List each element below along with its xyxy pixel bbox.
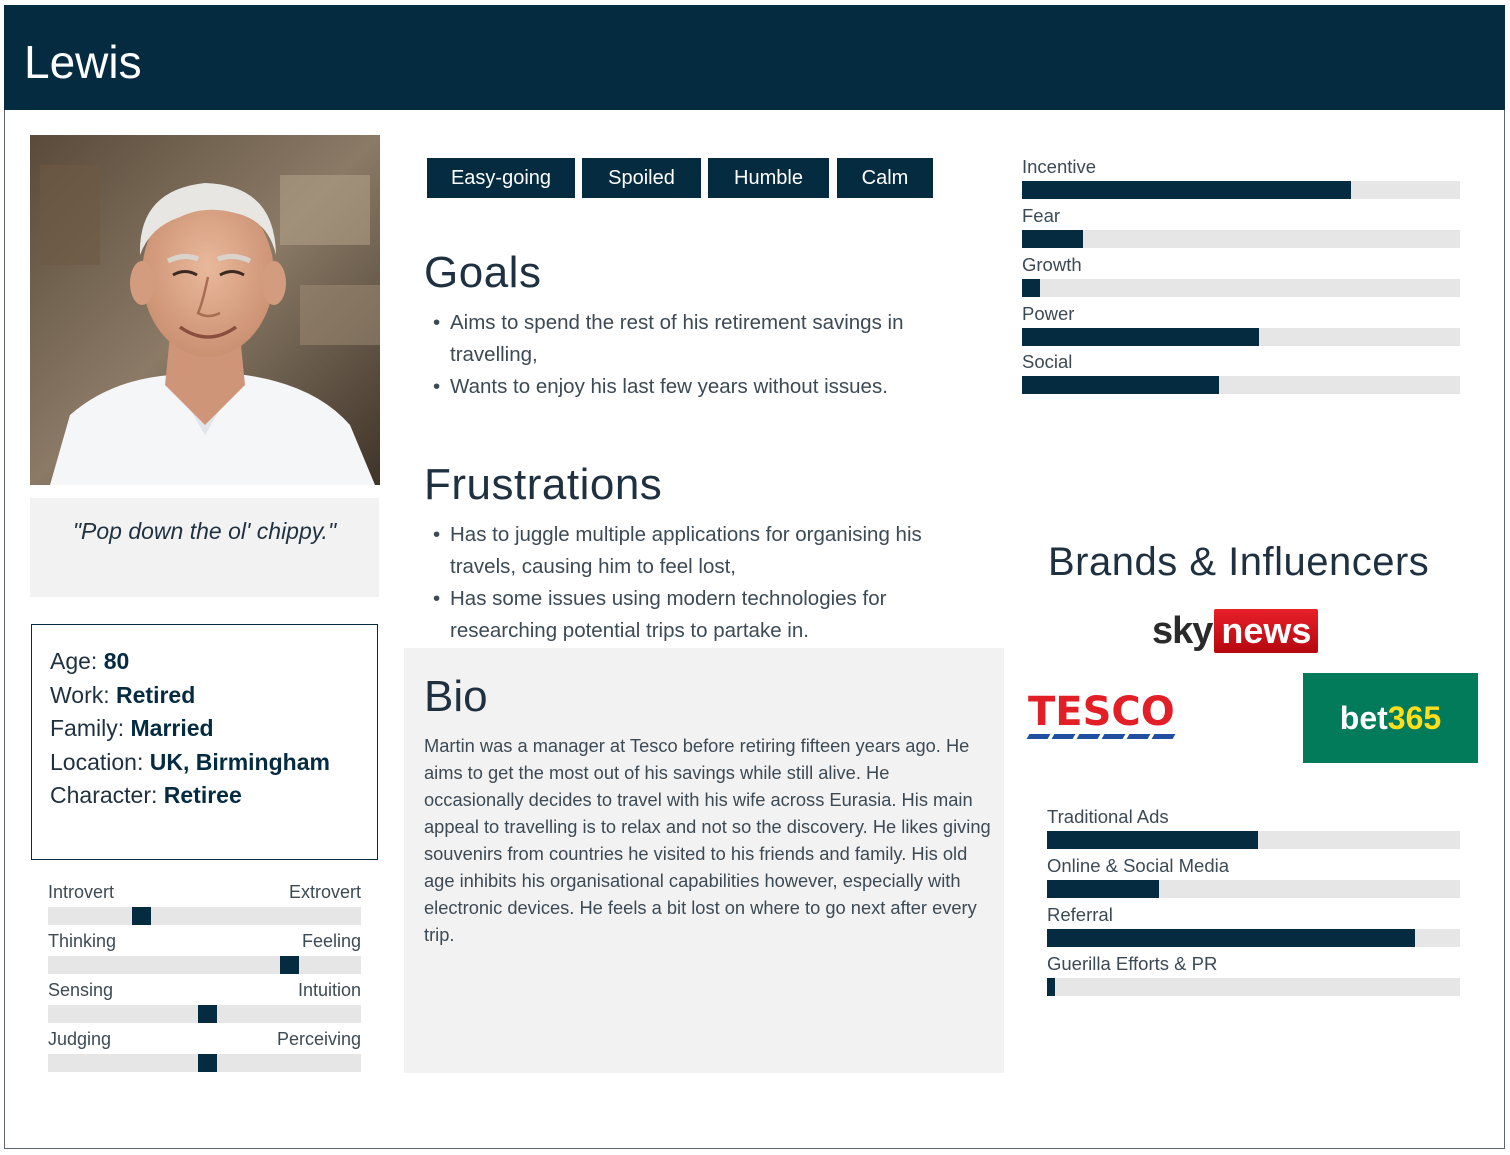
- meter-label: Referral: [1047, 904, 1113, 925]
- meter-track: [1022, 279, 1460, 297]
- motivation-growth: Growth: [1022, 254, 1460, 303]
- persona-photo: [30, 135, 380, 485]
- trait-tag: Humble: [708, 158, 829, 198]
- meter-fill: [1022, 230, 1084, 248]
- personality-right-label: Extrovert: [288, 882, 361, 902]
- info-work: Work: Retired: [50, 681, 196, 708]
- personality-left-label: Sensing: [48, 980, 114, 1000]
- meter-label: Incentive: [1022, 156, 1097, 177]
- personality-marker: [132, 907, 151, 925]
- meter-label: Fear: [1022, 205, 1061, 226]
- motivation-social: Social: [1022, 351, 1460, 400]
- trait-tag: Spoiled: [582, 158, 701, 198]
- header-bar: Lewis: [4, 5, 1505, 110]
- meter-fill: [1022, 181, 1351, 199]
- meter-label: Growth: [1022, 254, 1082, 275]
- persona-name: Lewis: [24, 36, 142, 88]
- meter-track: [1022, 376, 1460, 394]
- meter-fill: [1022, 328, 1259, 346]
- goals-title: Goals: [424, 248, 542, 297]
- meter-fill: [1022, 279, 1040, 297]
- personality-track: [48, 956, 361, 974]
- goals-list: Aims to spend the rest of his retirement…: [424, 307, 964, 403]
- meter-track: [1022, 328, 1460, 346]
- info-box: Age: 80 Work: Retired Family: Married Lo…: [31, 624, 378, 860]
- meter-label: Guerilla Efforts & PR: [1047, 953, 1218, 974]
- meter-label: Traditional Ads: [1047, 806, 1169, 827]
- meter-fill: [1047, 929, 1415, 947]
- personality-introvert-extrovert: Introvert Extrovert: [48, 882, 361, 931]
- meter-track: [1022, 181, 1460, 199]
- bet365-logo: bet 365: [1303, 673, 1478, 763]
- meter-track: [1047, 880, 1460, 898]
- personality-right-label: Feeling: [301, 931, 361, 951]
- list-item: Has some issues using modern technologie…: [424, 583, 984, 647]
- personality-thinking-feeling: Thinking Feeling: [48, 931, 361, 980]
- meter-track: [1022, 230, 1460, 248]
- personality-left-label: Introvert: [48, 882, 115, 902]
- personality-track: [48, 907, 361, 925]
- personality-right-label: Intuition: [297, 980, 361, 1000]
- sky-news-logo: sky news: [1152, 608, 1319, 654]
- personality-left-label: Thinking: [48, 931, 117, 951]
- quote-box: "Pop down the ol' chippy.": [30, 498, 379, 597]
- meter-label: Power: [1022, 303, 1075, 324]
- tesco-logo-text: TESCO: [1028, 689, 1175, 735]
- motivation-power: Power: [1022, 303, 1460, 352]
- meter-track: [1047, 978, 1460, 996]
- bio-text: Martin was a manager at Tesco before ret…: [424, 735, 991, 945]
- meter-fill: [1022, 376, 1220, 394]
- frustrations-title: Frustrations: [424, 460, 663, 509]
- info-age: Age: 80: [50, 648, 130, 674]
- meter-fill: [1047, 880, 1159, 898]
- personality-marker: [280, 956, 299, 974]
- personality-judging-perceiving: Judging Perceiving: [48, 1029, 361, 1078]
- info-location: Location: UK, Birmingham: [50, 748, 330, 775]
- personality-left-label: Judging: [48, 1029, 112, 1049]
- bet-logo-number: 365: [1387, 699, 1442, 736]
- meter-fill: [1047, 978, 1056, 996]
- info-family: Family: Married: [50, 715, 214, 741]
- motivation-incentive: Incentive: [1022, 156, 1460, 205]
- channel-traditional-ads: Traditional Ads: [1047, 806, 1460, 855]
- channel-online-social: Online & Social Media: [1047, 855, 1460, 904]
- channel-guerilla-pr: Guerilla Efforts & PR: [1047, 953, 1460, 1002]
- meter-fill: [1047, 831, 1258, 849]
- personality-marker: [198, 1005, 217, 1023]
- motivation-fear: Fear: [1022, 205, 1460, 254]
- frustrations-list: Has to juggle multiple applications for …: [424, 519, 984, 647]
- meter-track: [1047, 929, 1460, 947]
- bio-title: Bio: [424, 672, 488, 721]
- personality-right-label: Perceiving: [276, 1029, 361, 1049]
- meter-track: [1047, 831, 1460, 849]
- persona-quote: "Pop down the ol' chippy.": [72, 518, 337, 544]
- bet-logo-text: bet: [1339, 699, 1388, 736]
- personality-marker: [198, 1054, 217, 1072]
- trait-tag: Calm: [837, 158, 933, 198]
- meter-label: Social: [1022, 351, 1073, 372]
- list-item: Wants to enjoy his last few years withou…: [424, 371, 964, 403]
- channel-referral: Referral: [1047, 904, 1460, 953]
- brands-title: Brands & Influencers: [1048, 540, 1430, 584]
- bio-panel: Bio Martin was a manager at Tesco before…: [404, 648, 1004, 1073]
- list-item: Has to juggle multiple applications for …: [424, 519, 984, 583]
- info-character: Character: Retiree: [50, 782, 242, 808]
- sky-logo-text: sky: [1152, 609, 1213, 652]
- trait-tag: Easy-going: [427, 158, 575, 198]
- meter-label: Online & Social Media: [1047, 855, 1230, 876]
- personality-sensing-intuition: Sensing Intuition: [48, 980, 361, 1029]
- news-logo-text: news: [1214, 609, 1319, 653]
- list-item: Aims to spend the rest of his retirement…: [424, 307, 964, 371]
- tesco-logo: TESCO: [1026, 689, 1180, 739]
